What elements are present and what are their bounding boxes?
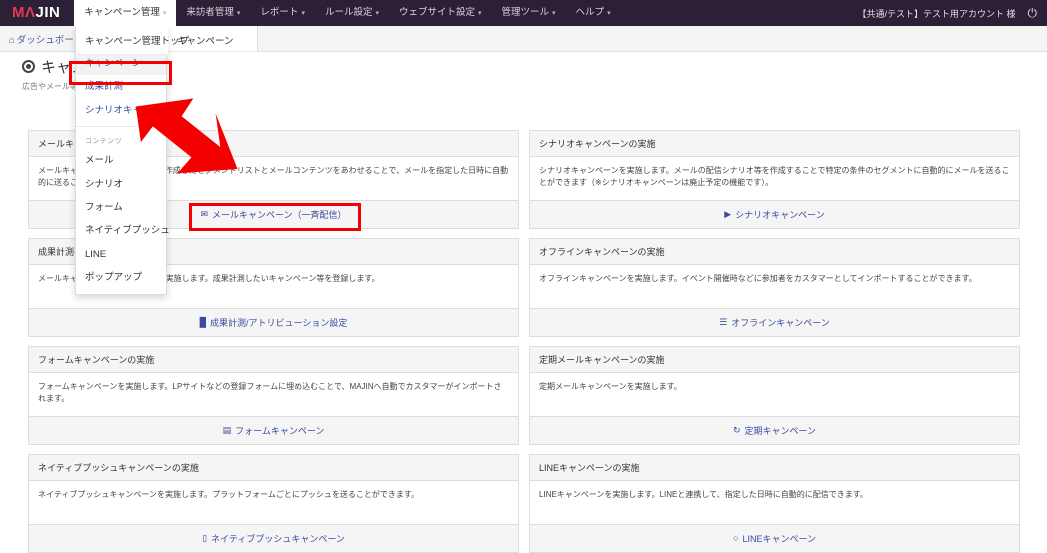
card-recurring-mail-campaign: 定期メールキャンペーンの実施 定期メールキャンペーンを実施します。 ↻ 定期キャ… <box>529 346 1020 445</box>
card-scenario-campaign: シナリオキャンペーンの実施 シナリオキャンペーンを実施します。メールの配信シナリ… <box>529 130 1020 229</box>
card-description: フォームキャンペーンを実施します。LPサイトなどの登録フォームに埋め込むことで、… <box>38 382 502 404</box>
chat-bubble-icon: ○ <box>733 533 739 543</box>
card-description: 定期メールキャンペーンを実施します。 <box>539 382 682 391</box>
nav-item-visitor-management[interactable]: 来訪者管理 ▾ <box>176 0 250 27</box>
link-label: 成果計測/アトリビューション設定 <box>210 318 348 328</box>
native-push-campaign-button[interactable]: ▯ ネイティブプッシュキャンペーン <box>202 532 345 545</box>
card-title: 定期メールキャンペーンの実施 <box>530 347 1019 373</box>
link-label: オフラインキャンペーン <box>731 318 830 328</box>
chevron-down-icon: ▾ <box>552 9 556 17</box>
card-title: LINEキャンペーンの実施 <box>530 455 1019 481</box>
card-title: フォームキャンペーンの実施 <box>29 347 518 373</box>
nav-label: 管理ツール <box>501 6 550 18</box>
card-description: ネイティブプッシュキャンペーンを実施します。プラットフォームごとにプッシュを送る… <box>38 490 420 499</box>
logo-prefix: MΛ <box>12 4 36 21</box>
chevron-down-icon: ▾ <box>478 9 482 17</box>
nav-label: キャンペーン管理 <box>84 6 160 18</box>
play-icon: ▶ <box>724 209 732 219</box>
campaign-management-dropdown: キャンペーン管理トップ キャンペーン 成果計測 シナリオキャンバス コンテンツ … <box>75 26 189 295</box>
card-footer: ○ LINEキャンペーン <box>530 524 1019 552</box>
home-icon: ⌂ <box>9 34 15 46</box>
top-navigation-bar: MΛJIN キャンペーン管理 ▾ 来訪者管理 ▾ レポート ▾ ルール設定 ▾ ウェブサ… <box>0 0 1047 27</box>
dropdown-item-scenario-canvas[interactable]: シナリオキャンバス <box>76 99 171 122</box>
chevron-down-icon: ▾ <box>236 9 241 17</box>
power-icon[interactable]: ⏻ <box>1028 7 1038 19</box>
nav-label: ウェブサイト設定 <box>398 6 475 18</box>
breadcrumb-label: ダッシュボード <box>16 34 84 46</box>
card-footer: ☰ オフラインキャンペーン <box>530 308 1019 336</box>
dropdown-item-popup[interactable]: ポップアップ <box>76 266 166 289</box>
card-native-push-campaign: ネイティブプッシュキャンペーンの実施 ネイティブプッシュキャンペーンを実施します… <box>28 454 519 553</box>
dropdown-item-line[interactable]: LINE <box>76 243 166 266</box>
card-offline-campaign: オフラインキャンペーンの実施 オフラインキャンペーンを実施します。イベント開催時… <box>529 238 1020 337</box>
link-label: メールキャンペーン（一斉配信） <box>211 210 347 220</box>
target-icon <box>22 60 35 73</box>
nav-label: ルール設定 <box>324 6 373 18</box>
nav-item-help[interactable]: ヘルプ ▾ <box>566 0 621 27</box>
logo-suffix: JIN <box>35 4 61 21</box>
dropdown-item-native-push[interactable]: ネイティブプッシュ <box>76 219 170 242</box>
card-footer: ▤ フォームキャンペーン <box>29 416 518 444</box>
card-footer: ▯ ネイティブプッシュキャンペーン <box>29 524 518 552</box>
card-footer: █ 成果計測/アトリビューション設定 <box>29 308 518 336</box>
line-campaign-button[interactable]: ○ LINEキャンペーン <box>733 532 816 545</box>
card-description: オフラインキャンペーンを実施します。イベント開催時などに参加者をカスタマーとして… <box>539 274 977 283</box>
link-label: フォームキャンペーン <box>235 426 325 436</box>
chevron-down-icon: ▾ <box>375 9 379 17</box>
campaign-card-grid: メールキャンペーンの実施 メールキャンペーンを実施します。作成したセグメントリス… <box>28 130 1020 553</box>
chevron-down-icon: ▾ <box>301 9 305 17</box>
dropdown-item-conversion-measurement[interactable]: 成果計測 <box>76 75 166 98</box>
dropdown-item-form[interactable]: フォーム <box>76 196 166 219</box>
form-campaign-button[interactable]: ▤ フォームキャンペーン <box>223 424 325 437</box>
link-label: ネイティブプッシュキャンペーン <box>211 534 345 544</box>
nav-item-admin-tools[interactable]: 管理ツール ▾ <box>492 0 566 27</box>
nav-label: ヘルプ <box>575 6 605 18</box>
dropdown-divider <box>76 126 166 128</box>
attribution-settings-button[interactable]: █ 成果計測/アトリビューション設定 <box>200 316 348 329</box>
dropdown-item-scenario[interactable]: シナリオ <box>76 173 166 196</box>
card-title: シナリオキャンペーンの実施 <box>530 131 1019 157</box>
account-label: 【共通/テスト】テスト用アカウント 様 <box>857 8 1016 19</box>
calendar-icon: ☰ <box>719 317 728 327</box>
mobile-icon: ▯ <box>202 533 208 543</box>
card-line-campaign: LINEキャンペーンの実施 LINEキャンペーンを実施します。LINEと連携して… <box>529 454 1020 553</box>
nav-label: 来訪者管理 <box>186 6 234 18</box>
app-logo[interactable]: MΛJIN <box>0 0 74 26</box>
card-form-campaign: フォームキャンペーンの実施 フォームキャンペーンを実施します。LPサイトなどの登… <box>28 346 519 445</box>
card-description: シナリオキャンペーンを実施します。メールの配信シナリオ等を作成することで特定の条… <box>539 166 1010 188</box>
refresh-icon: ↻ <box>732 425 741 435</box>
recurring-campaign-button[interactable]: ↻ 定期キャンペーン <box>733 424 816 437</box>
nav-item-campaign-management[interactable]: キャンペーン管理 ▾ <box>74 0 177 27</box>
dropdown-item-campaign[interactable]: キャンペーン <box>76 52 166 76</box>
chevron-down-icon: ▾ <box>607 9 611 17</box>
nav-item-rule-settings[interactable]: ルール設定 ▾ <box>315 0 389 27</box>
dropdown-group-label-contents: コンテンツ <box>85 138 122 146</box>
bar-chart-icon: █ <box>199 317 207 327</box>
nav-items: キャンペーン管理 ▾ 来訪者管理 ▾ レポート ▾ ルール設定 ▾ ウェブサイト設定 ▾ … <box>74 0 620 27</box>
scenario-campaign-button[interactable]: ▶ シナリオキャンペーン <box>724 208 824 221</box>
nav-label: レポート <box>260 6 299 18</box>
nav-item-website-settings[interactable]: ウェブサイト設定 ▾ <box>389 0 492 27</box>
offline-campaign-button[interactable]: ☰ オフラインキャンペーン <box>719 316 830 329</box>
card-description: LINEキャンペーンを実施します。LINEと連携して、指定した日時に自動的に配信… <box>539 490 868 499</box>
nav-item-report[interactable]: レポート ▾ <box>250 0 315 27</box>
chevron-down-icon: ▾ <box>162 9 167 17</box>
envelope-icon: ✉ <box>200 209 208 219</box>
card-title: ネイティブプッシュキャンペーンの実施 <box>29 455 518 481</box>
card-title: オフラインキャンペーンの実施 <box>530 239 1019 265</box>
dropdown-header-link[interactable]: キャンペーン管理トップ <box>76 26 189 55</box>
form-icon: ▤ <box>222 425 232 435</box>
mail-campaign-button[interactable]: ✉ メールキャンペーン（一斉配信） <box>200 208 346 221</box>
link-label: LINEキャンペーン <box>742 534 816 544</box>
link-label: シナリオキャンペーン <box>735 210 825 220</box>
link-label: 定期キャンペーン <box>744 426 817 436</box>
top-right-area: 【共通/テスト】テスト用アカウント 様 ⏻ <box>857 7 1047 20</box>
card-footer: ▶ シナリオキャンペーン <box>530 200 1019 228</box>
card-footer: ↻ 定期キャンペーン <box>530 416 1019 444</box>
dropdown-item-mail[interactable]: メール <box>76 149 166 172</box>
